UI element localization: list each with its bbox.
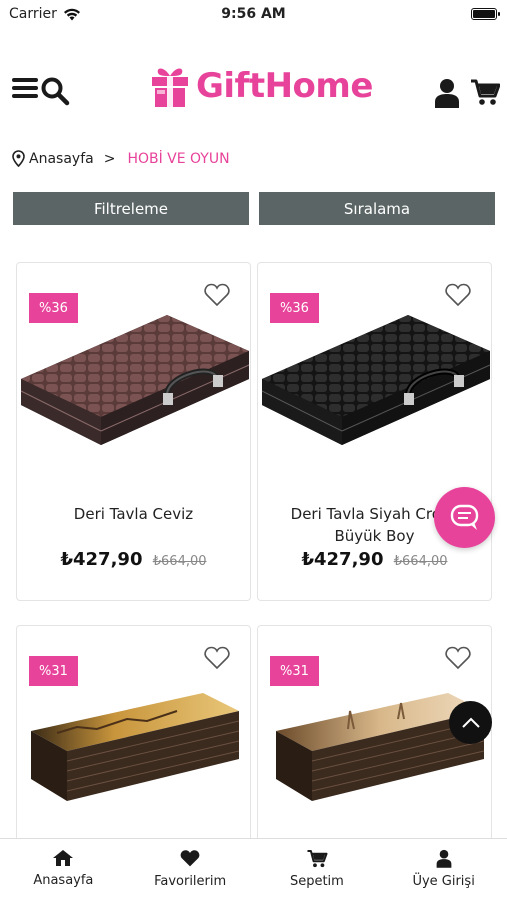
chat-button[interactable] [434,487,495,548]
search-icon[interactable] [40,76,70,106]
location-pin-icon [12,150,25,167]
product-image [20,315,250,445]
clock: 9:56 AM [221,6,286,22]
cart-icon[interactable] [470,78,500,106]
favorite-heart-icon[interactable] [445,646,471,670]
nav-label: Sepetim [289,874,344,889]
filter-button[interactable]: Filtreleme [13,192,249,225]
product-price-row: ₺427,90 ₺664,00 [258,549,491,570]
sort-button[interactable]: Sıralama [259,192,495,225]
discount-badge: %31 [270,656,319,686]
status-bar: Carrier 9:56 AM [0,0,507,28]
app-header: GiftHome [0,60,507,124]
product-name: Deri Tavla Ceviz [73,505,194,523]
product-image [31,693,240,801]
discount-badge: %31 [29,656,78,686]
product-price: ₺427,90 [301,549,384,570]
discount-badge: %36 [29,293,78,323]
nav-home[interactable]: Anasayfa [0,839,127,900]
chevron-up-icon [461,717,480,728]
product-card[interactable]: %36 Deri Tavla Siyah Croco Büyük Boy ₺42… [257,262,492,601]
product-price: ₺427,90 [60,549,143,570]
favorite-heart-icon[interactable] [204,646,230,670]
favorite-heart-icon[interactable] [204,283,230,307]
heart-icon [180,850,200,867]
logo-text: GiftHome [196,66,373,106]
product-image [276,693,485,801]
home-icon [53,850,74,866]
bottom-nav: Anasayfa Favorilerim Sepetim Üye Girişi [0,838,507,900]
product-old-price: ₺664,00 [393,554,448,569]
gift-icon [152,68,188,107]
scroll-top-button[interactable] [449,701,492,744]
product-old-price: ₺664,00 [152,554,207,569]
battery-icon [471,8,500,20]
nav-favorites[interactable]: Favorilerim [127,839,254,900]
logo[interactable]: GiftHome [150,64,373,108]
nav-cart[interactable]: Sepetim [254,839,381,900]
breadcrumb: Anasayfa > HOBİ VE OYUN [12,150,230,167]
user-icon[interactable] [434,78,460,108]
nav-label: Üye Girişi [412,874,475,889]
product-card[interactable]: %36 Deri Tavla Ceviz ₺427,90 ₺664,00 [16,262,251,601]
cart-icon [307,850,328,868]
nav-label: Anasayfa [33,873,94,888]
menu-icon[interactable] [12,78,38,100]
breadcrumb-home[interactable]: Anasayfa [29,151,94,167]
list-toolbar: Filtreleme Sıralama [13,192,495,225]
user-icon [436,849,452,868]
discount-badge: %36 [270,293,319,323]
product-card[interactable]: %31 [16,625,251,865]
chat-icon [450,504,478,530]
breadcrumb-separator: > [103,150,116,167]
product-image [261,315,491,445]
nav-label: Favorilerim [154,874,227,889]
nav-account[interactable]: Üye Girişi [380,839,507,900]
favorite-heart-icon[interactable] [445,283,471,307]
breadcrumb-current: HOBİ VE OYUN [127,150,230,167]
product-card[interactable]: %31 [257,625,492,865]
product-price-row: ₺427,90 ₺664,00 [17,549,250,570]
